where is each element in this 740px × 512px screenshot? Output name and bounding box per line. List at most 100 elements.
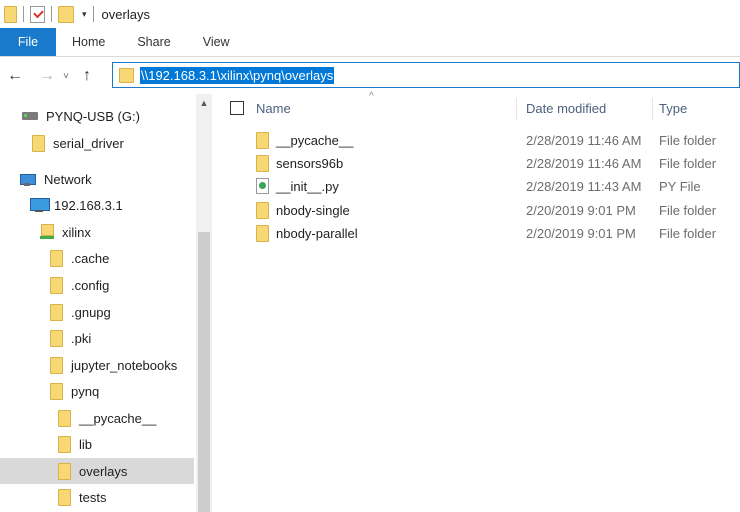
file-name-cell[interactable]: __pycache__ [256, 132, 353, 149]
nav-item-label: Network [44, 171, 92, 187]
folder-icon [50, 356, 63, 374]
file-name: __init__.py [276, 178, 339, 194]
address-path[interactable]: \\192.168.3.1\xilinx\pynq\overlays [140, 66, 335, 84]
file-name: nbody-single [276, 203, 350, 218]
file-name-cell[interactable]: nbody-single [256, 202, 350, 219]
nav-item-tests[interactable]: tests [58, 484, 106, 510]
nav-scrollbar[interactable]: ▲ [196, 94, 212, 512]
file-row[interactable]: __pycache__ 2/28/2019 11:46 AM File fold… [214, 129, 740, 152]
file-type: PY File [659, 179, 701, 194]
file-date: 2/28/2019 11:46 AM [526, 133, 642, 148]
nav-item-cache[interactable]: .cache [50, 245, 109, 271]
folder-icon [50, 303, 63, 321]
folder-icon [256, 155, 269, 172]
file-type: File folder [659, 226, 717, 241]
scrollbar-thumb[interactable] [198, 232, 210, 512]
folder-icon [256, 225, 269, 242]
folder-icon [256, 202, 269, 219]
folder-icon [50, 382, 63, 400]
toolbar-divider [51, 6, 52, 22]
file-type: File folder [659, 156, 717, 171]
nav-item-lib[interactable]: lib [58, 431, 92, 457]
nav-item-xilinx[interactable]: xilinx [40, 219, 91, 245]
column-header: ^ Name Date modified Type [214, 91, 740, 124]
nav-item-overlays[interactable]: overlays [58, 458, 127, 484]
toolbar-divider [23, 6, 24, 22]
new-folder-icon[interactable] [58, 5, 74, 23]
nav-item-192-168-3-1[interactable]: 192.168.3.1 [30, 192, 123, 218]
file-name: sensors96b [276, 156, 344, 171]
file-name-cell[interactable]: nbody-parallel [256, 225, 358, 242]
scroll-up-arrow-icon[interactable]: ▲ [196, 94, 212, 112]
folder-icon [50, 276, 63, 294]
nav-item-pynq-usb[interactable]: PYNQ-USB (G:) [22, 103, 140, 129]
file-type: File folder [659, 203, 717, 218]
folder-icon [58, 409, 71, 427]
file-name: nbody-parallel [276, 226, 358, 241]
sort-caret-icon: ^ [369, 91, 374, 102]
properties-icon[interactable] [30, 5, 45, 23]
folder-icon [58, 462, 71, 480]
nav-item-pynq[interactable]: pynq [50, 378, 99, 404]
customize-toolbar-dropdown-icon[interactable]: ▾ [82, 9, 87, 20]
nav-item-label: xilinx [62, 224, 91, 240]
nav-item-label: __pycache__ [79, 410, 157, 426]
usb-drive-icon [22, 112, 38, 120]
file-row[interactable]: nbody-parallel 2/20/2019 9:01 PM File fo… [214, 222, 740, 245]
tab-home[interactable]: Home [56, 28, 121, 56]
nav-item-serial-driver[interactable]: serial_driver [32, 130, 124, 156]
column-name[interactable]: Name [256, 101, 291, 116]
column-type[interactable]: Type [659, 101, 687, 116]
recent-locations-chevron-icon[interactable]: ˅ [58, 71, 74, 82]
toolbar-divider [92, 6, 94, 22]
folder-icon [58, 488, 71, 506]
file-row[interactable]: nbody-single 2/20/2019 9:01 PM File fold… [214, 199, 740, 222]
column-divider[interactable] [516, 98, 517, 120]
tab-view[interactable]: View [187, 28, 246, 56]
tab-share[interactable]: Share [121, 28, 186, 56]
nav-item-pki[interactable]: .pki [50, 325, 91, 351]
nav-item-label: PYNQ-USB (G:) [46, 108, 140, 124]
python-file-icon [256, 178, 269, 194]
file-date: 2/20/2019 9:01 PM [526, 203, 636, 218]
nav-item-network[interactable]: Network [20, 166, 92, 192]
folder-icon [256, 132, 269, 149]
title-bar: ▾ overlays [0, 0, 740, 28]
folder-icon [50, 249, 63, 267]
nav-item-label: .cache [71, 250, 110, 266]
window-title: overlays [101, 6, 150, 22]
nav-item-label: overlays [79, 463, 128, 479]
file-row[interactable]: sensors96b 2/28/2019 11:46 AM File folde… [214, 152, 740, 175]
computer-icon [30, 197, 50, 213]
forward-arrow-icon[interactable]: → [36, 67, 58, 85]
network-share-icon [40, 224, 54, 240]
column-date-modified[interactable]: Date modified [526, 101, 606, 116]
nav-item-label: .config [71, 277, 110, 293]
address-bar[interactable]: \\192.168.3.1\xilinx\pynq\overlays [112, 62, 740, 88]
nav-item-label: serial_driver [53, 135, 124, 151]
select-all-checkbox[interactable] [230, 101, 244, 115]
nav-item-pycache[interactable]: __pycache__ [58, 405, 156, 431]
column-divider[interactable] [652, 98, 653, 120]
tab-file[interactable]: File [0, 28, 56, 56]
folder-icon [50, 329, 63, 347]
file-name-cell[interactable]: __init__.py [256, 178, 339, 194]
file-name: __pycache__ [276, 133, 354, 148]
network-icon [20, 172, 38, 186]
nav-item-jupyter-notebooks[interactable]: jupyter_notebooks [50, 352, 177, 378]
nav-item-gnupg[interactable]: .gnupg [50, 299, 111, 325]
back-arrow-icon[interactable]: ← [4, 67, 26, 85]
nav-item-label: lib [79, 436, 93, 452]
ribbon-tabs: File Home Share View [0, 28, 740, 57]
nav-item-label: pynq [71, 383, 100, 399]
file-row[interactable]: __init__.py 2/28/2019 11:43 AM PY File [214, 175, 740, 198]
up-arrow-icon[interactable]: ↑ [76, 67, 98, 85]
folder-icon [32, 134, 45, 152]
file-name-cell[interactable]: sensors96b [256, 155, 343, 172]
navigation-pane: PYNQ-USB (G:) serial_driver Network 192.… [0, 94, 212, 512]
quick-access-toolbar: ▾ [4, 0, 100, 28]
nav-item-config[interactable]: .config [50, 272, 109, 298]
folder-icon[interactable] [4, 5, 17, 23]
nav-item-label: tests [79, 489, 107, 505]
file-date: 2/28/2019 11:43 AM [526, 179, 642, 194]
